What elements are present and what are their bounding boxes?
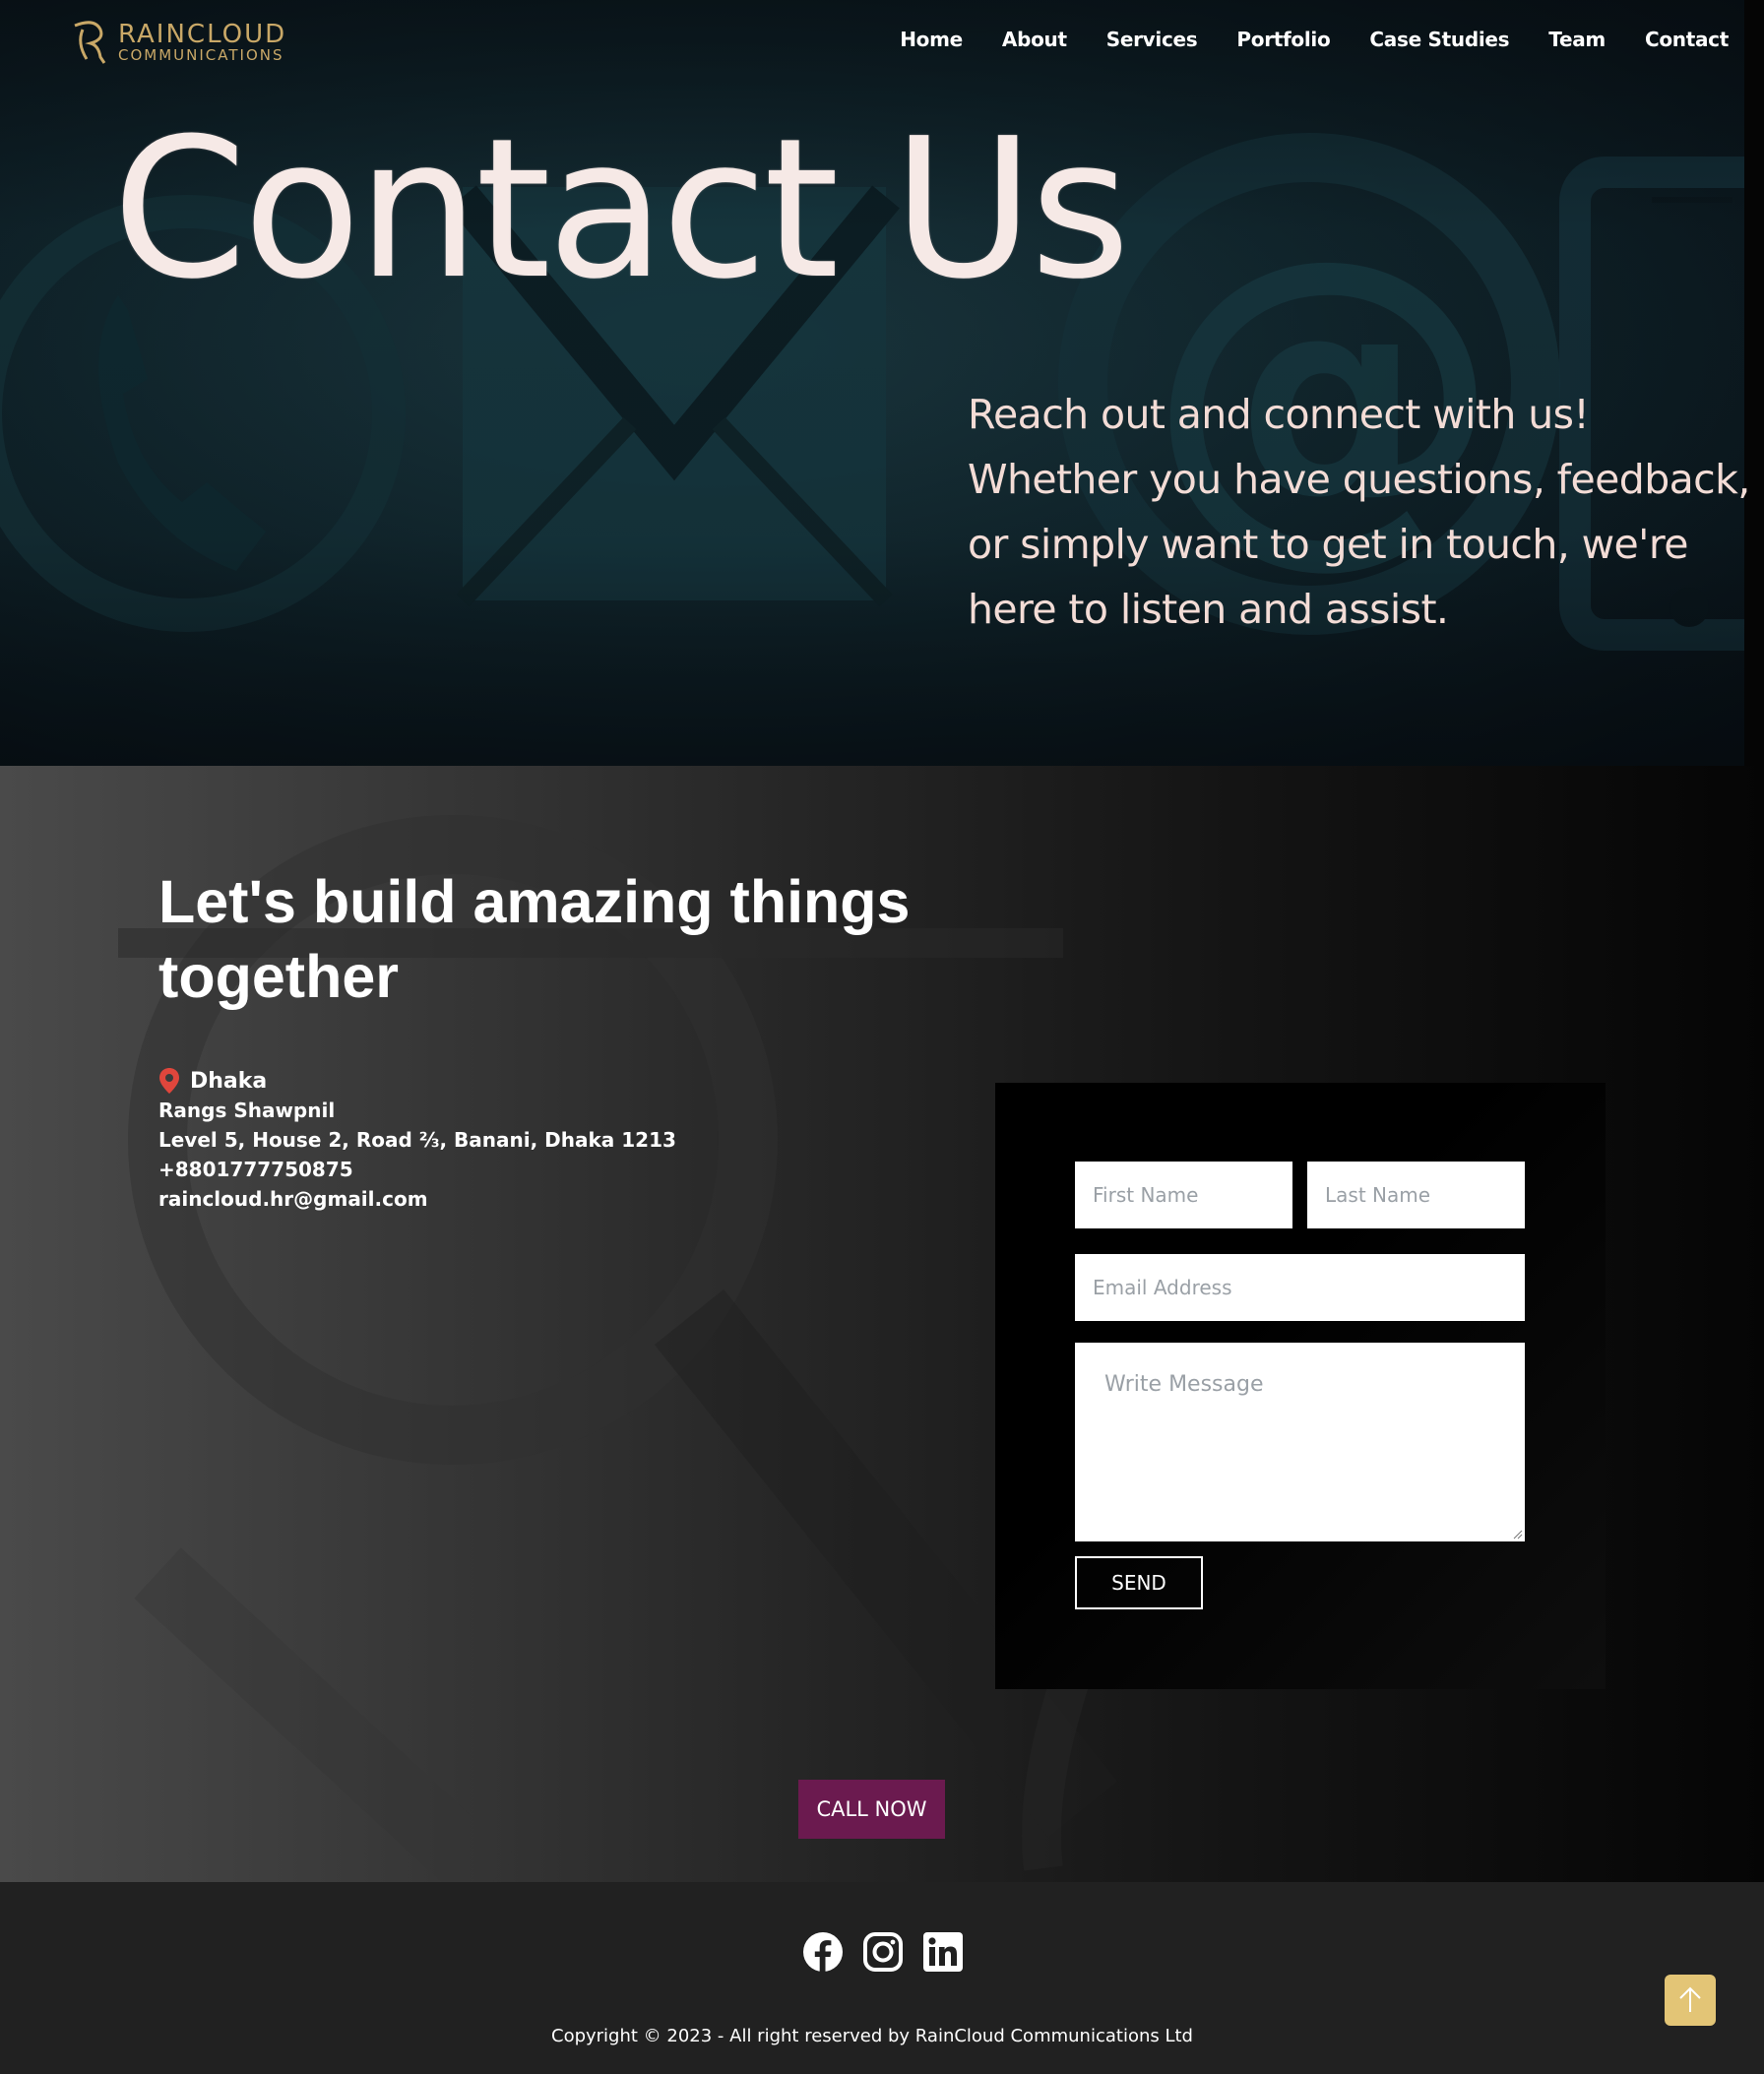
facebook-icon[interactable] <box>802 1931 844 1973</box>
logo[interactable]: RAINCLOUD COMMUNICATIONS <box>69 20 285 65</box>
linkedin-icon[interactable] <box>922 1931 964 1973</box>
copyright-text: Copyright © 2023 - All right reserved by… <box>551 2026 1193 2046</box>
address-block: Dhaka Rangs Shawpnil Level 5, House 2, R… <box>158 1066 676 1214</box>
nav-item-about[interactable]: About <box>1002 28 1067 51</box>
site-header: RAINCLOUD COMMUNICATIONS Home About Serv… <box>0 0 1764 87</box>
nav-item-contact[interactable]: Contact <box>1645 28 1729 51</box>
nav-item-home[interactable]: Home <box>900 28 963 51</box>
email-input[interactable]: Email Address <box>1075 1254 1525 1321</box>
main-nav: Home About Services Portfolio Case Studi… <box>860 28 1729 51</box>
social-links <box>802 1931 964 1973</box>
message-textarea[interactable]: Write Message <box>1075 1343 1525 1541</box>
hero-section: @ RAINCLOUD COMMUNICATIONS Home About Se… <box>0 0 1764 766</box>
contact-page: @ RAINCLOUD COMMUNICATIONS Home About Se… <box>0 0 1764 2074</box>
contact-form: First Name Last Name Email Address Write… <box>995 1083 1606 1689</box>
logo-mark-icon <box>74 21 106 64</box>
resize-handle-icon[interactable] <box>1513 1530 1523 1540</box>
logo-subtitle: COMMUNICATIONS <box>118 46 284 64</box>
nav-item-team[interactable]: Team <box>1548 28 1606 51</box>
address-email[interactable]: raincloud.hr@gmail.com <box>158 1184 676 1214</box>
site-footer: Copyright © 2023 - All right reserved by… <box>0 1882 1764 2074</box>
last-name-input[interactable]: Last Name <box>1307 1162 1525 1228</box>
nav-item-case-studies[interactable]: Case Studies <box>1369 28 1509 51</box>
message-placeholder: Write Message <box>1104 1372 1264 1397</box>
instagram-icon[interactable] <box>862 1931 904 1973</box>
call-now-button[interactable]: CALL NOW <box>798 1780 945 1839</box>
logo-name: RAINCLOUD <box>118 20 287 49</box>
first-name-input[interactable]: First Name <box>1075 1162 1292 1228</box>
location-pin-icon <box>159 1068 179 1094</box>
contact-heading: Let's build amazing things together <box>158 868 911 1010</box>
arrow-up-icon <box>1679 1986 1701 2012</box>
back-to-top-button[interactable] <box>1665 1975 1716 2026</box>
nav-item-services[interactable]: Services <box>1106 28 1198 51</box>
nav-item-portfolio[interactable]: Portfolio <box>1236 28 1330 51</box>
address-street: Level 5, House 2, Road ⅔, Banani, Dhaka … <box>158 1128 676 1152</box>
address-city-row: Dhaka <box>158 1066 676 1096</box>
address-city: Dhaka <box>190 1068 268 1094</box>
address-building: Rangs Shawpnil <box>158 1099 336 1122</box>
address-phone[interactable]: +8801777750875 <box>158 1155 676 1184</box>
hero-title: Contact Us <box>112 97 1130 322</box>
hero-description: Reach out and connect with us! Whether y… <box>968 391 1750 633</box>
contact-section: Let's build amazing things together Dhak… <box>0 766 1764 1882</box>
send-button[interactable]: SEND <box>1075 1556 1203 1609</box>
